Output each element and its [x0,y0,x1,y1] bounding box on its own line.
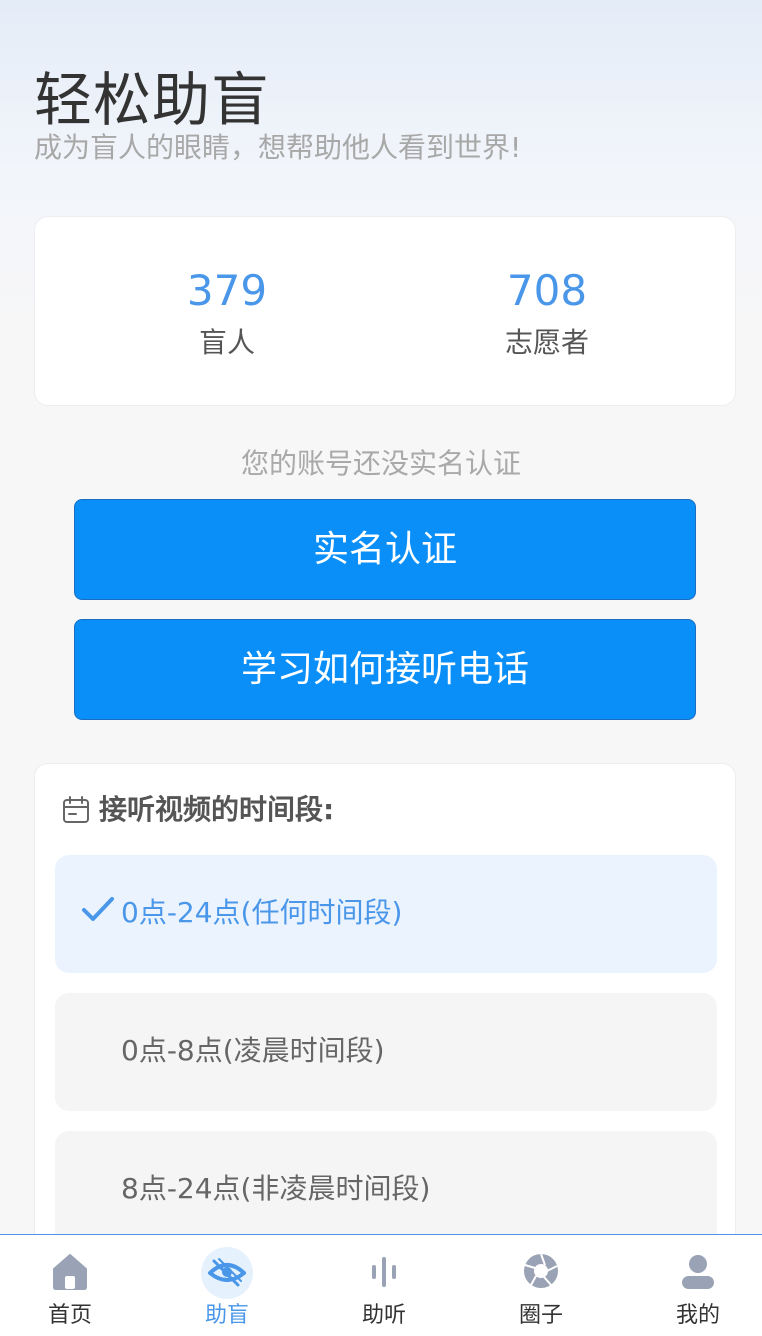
check-icon [82,897,114,921]
time-slot-header: 接听视频的时间段: [61,790,334,830]
stat-volunteer-label: 志愿者 [504,326,589,359]
tab-home[interactable]: 首页 [20,1235,120,1336]
tab-label: 助听 [361,1303,406,1328]
aperture-icon [524,1253,558,1288]
stat-volunteer: 708 志愿者 [427,265,667,363]
tab-assist-blind[interactable]: 助盲 [177,1235,277,1336]
time-option-early-morning[interactable]: 0点-8点(凌晨时间段) [55,993,717,1111]
tab-assist-hearing[interactable]: 助听 [334,1235,434,1336]
home-icon [53,1254,87,1290]
stat-blind-label: 盲人 [198,326,255,359]
tab-label: 圈子 [518,1303,563,1328]
time-option-label: 8点-24点(非凌晨时间段) [121,1172,431,1205]
verification-notice: 您的账号还没实名认证 [240,447,521,480]
stats-card: 379 盲人 708 志愿者 [34,216,736,406]
time-option-all-day[interactable]: 0点-24点(任何时间段) [55,855,717,973]
stat-volunteer-value: 708 [506,266,588,315]
time-option-daytime[interactable]: 8点-24点(非凌晨时间段) [55,1131,717,1249]
tab-community[interactable]: 圈子 [491,1235,591,1336]
stat-blind: 379 盲人 [107,265,347,363]
stat-blind-value: 379 [186,266,268,315]
audio-wave-icon [372,1257,396,1287]
calendar-icon [63,796,89,823]
user-icon [682,1255,714,1289]
verify-button[interactable]: 实名认证 [74,499,696,600]
bottom-tab-bar: 首页 助盲 助听 圈子 我的 [0,1234,762,1336]
tab-label: 我的 [675,1303,720,1328]
tab-profile[interactable]: 我的 [648,1235,748,1336]
time-slot-title: 接听视频的时间段: [99,793,335,826]
learn-call-button[interactable]: 学习如何接听电话 [74,619,696,720]
time-option-label: 0点-8点(凌晨时间段) [121,1034,385,1067]
page-title: 轻松助盲 [34,66,271,134]
page-header: 轻松助盲 成为盲人的眼睛，想帮助他人看到世界! [34,64,521,164]
time-slot-card: 接听视频的时间段: 0点-24点(任何时间段) 0点-8点(凌晨时间段) 8点-… [34,763,736,1283]
tab-label: 首页 [47,1303,92,1328]
tab-label: 助盲 [204,1303,249,1328]
eye-icon [208,1258,246,1287]
time-option-label: 0点-24点(任何时间段) [121,896,403,929]
page-subtitle: 成为盲人的眼睛，想帮助他人看到世界! [34,131,522,164]
